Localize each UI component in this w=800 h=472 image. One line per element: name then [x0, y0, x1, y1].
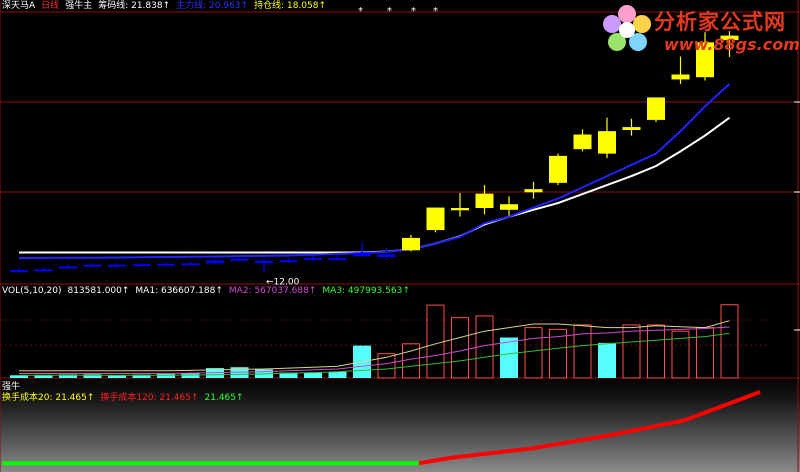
turnover-name: 强牛	[2, 382, 21, 392]
candle-body	[83, 264, 102, 267]
chip-line	[19, 116, 731, 254]
vol-name: VOL(5,10,20)	[2, 286, 62, 296]
candle-body	[255, 260, 273, 264]
candle-body	[622, 127, 641, 131]
indicator-name: 强牛主	[65, 1, 93, 11]
candle-body	[304, 257, 322, 260]
hold-line-legend: 持仓线: 18.058↑	[254, 1, 327, 11]
mainforce-line-legend: 主力线: 20.963↑	[176, 1, 249, 11]
candle-body	[647, 97, 665, 120]
top-marker: *	[411, 6, 416, 17]
site-logo[interactable]: 分析家公式网 www.88gs.com	[598, 2, 800, 60]
vol-ma3-legend: MA3: 497993.563↑	[322, 286, 410, 296]
volume-bar	[451, 317, 469, 379]
volume-bar	[426, 304, 445, 379]
candle-body	[598, 131, 616, 154]
volume-bar	[157, 373, 175, 378]
period-label: 日线	[41, 1, 60, 11]
turnover-cost20-legend: 换手成本20: 21.465↑	[2, 393, 95, 403]
candle-body	[108, 264, 126, 267]
candle-body	[524, 189, 543, 193]
vol-ma2-legend: MA2: 567037.688↑	[228, 286, 317, 296]
chip-line-legend: 筹码线: 21.838↑	[98, 1, 171, 11]
volume-bar	[647, 324, 665, 379]
vol-value: 813581.000↑	[67, 286, 130, 296]
candle-body	[181, 263, 200, 266]
vol-ma1-legend: MA1: 636607.188↑	[135, 286, 223, 296]
top-marker: *	[387, 6, 392, 17]
volume-bar	[328, 371, 347, 378]
candle-body	[451, 208, 469, 211]
stock-chart-window: * * * * ←12.00 深天马A 日线 强牛主 筹码线: 21.838↑ 主力线: 20.…	[0, 0, 800, 472]
candle-body	[573, 134, 592, 150]
flower-logo-icon	[603, 5, 651, 51]
turnover-panel-header: 强牛	[2, 382, 26, 392]
volume-bar	[598, 342, 616, 378]
candle-body	[402, 237, 420, 251]
price-panel-header: 深天马A 日线 强牛主 筹码线: 21.838↑ 主力线: 20.963↑ 持仓线: 18…	[2, 1, 332, 11]
candle-body	[377, 254, 396, 258]
candle-body	[132, 264, 151, 267]
candle-body	[328, 258, 347, 261]
candle-body	[426, 207, 445, 231]
volume-bar	[573, 324, 592, 379]
candle-body	[500, 204, 518, 210]
candle-body	[206, 260, 224, 264]
volume-panel-header: VOL(5,10,20) 813581.000↑ MA1: 636607.188↑ M…	[2, 286, 416, 296]
volume-bar	[720, 304, 739, 379]
volume-bar	[524, 327, 543, 379]
volume-bar	[181, 373, 200, 378]
candle-body	[10, 270, 28, 273]
volume-bar	[622, 324, 641, 379]
volume-bar	[83, 374, 102, 378]
volume-bar	[500, 337, 518, 378]
turnover-third-legend: 21.465↑	[204, 393, 244, 403]
stock-name: 深天马A	[2, 1, 36, 11]
top-marker: *	[358, 6, 363, 17]
candle-body	[549, 155, 567, 183]
turnover-cost120-legend: 换手成本120: 21.465↑	[100, 393, 199, 403]
candle-body	[353, 252, 371, 257]
candle-body	[279, 260, 298, 263]
candle-body	[34, 269, 53, 272]
logo-title: 分析家公式网	[654, 10, 786, 34]
volume-bar	[696, 327, 714, 379]
turnover-legend-row: 换手成本20: 21.465↑ 换手成本120: 21.465↑ 21.465↑	[2, 393, 250, 403]
volume-bar	[304, 372, 322, 378]
mainforce-line	[18, 83, 731, 260]
candle-body	[671, 74, 690, 80]
candle-body	[157, 263, 175, 266]
top-marker: *	[433, 6, 438, 17]
candle-body	[475, 193, 494, 209]
candle-body	[230, 258, 249, 261]
candle-body	[59, 266, 77, 269]
logo-url: www.88gs.com	[664, 35, 800, 54]
